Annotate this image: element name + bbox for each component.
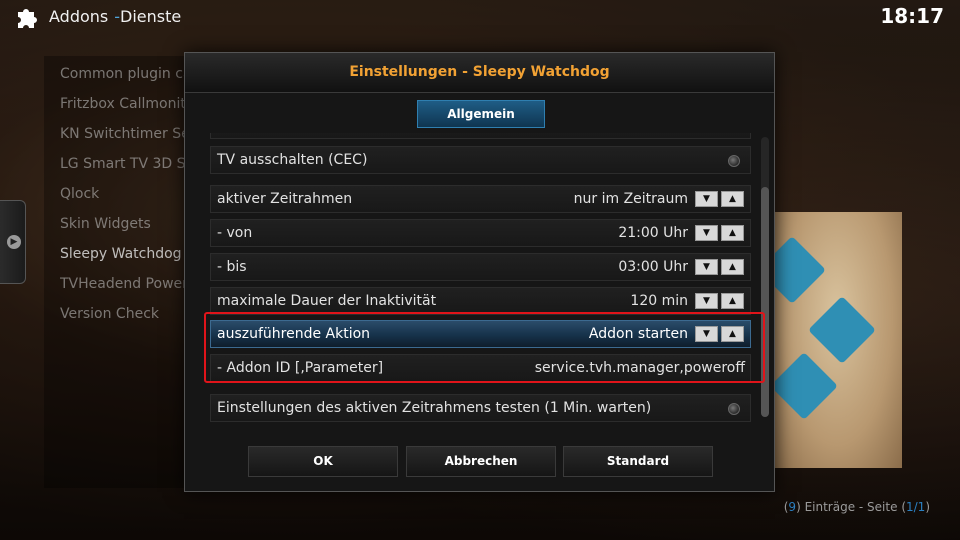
highlight-box [204, 312, 765, 383]
settings-row-zeitrahmen[interactable]: aktiver Zeitrahmen nur im Zeitraum ▼ ▲ [210, 185, 751, 213]
addon-list-item-selected[interactable]: Sleepy Watchdog [60, 242, 190, 272]
side-menu-tab[interactable]: ▶ [0, 200, 26, 284]
addon-thumbnail [772, 212, 902, 468]
setting-value: 120 min [630, 293, 688, 309]
thumbnail-tile [772, 352, 838, 420]
arrow-down-icon[interactable]: ▼ [695, 225, 718, 241]
setting-label: Einstellungen des aktiven Zeitrahmens te… [217, 400, 652, 416]
breadcrumb-app: Addons [49, 7, 109, 26]
breadcrumb: Addons -Dienste [49, 7, 181, 26]
top-bar: Addons -Dienste 18:17 [0, 0, 960, 34]
arrow-down-icon[interactable]: ▼ [695, 259, 718, 275]
addon-list-item[interactable]: TVHeadend Power [60, 272, 190, 302]
addon-list: Common plugin ca Fritzbox Callmonito KN … [60, 62, 190, 332]
settings-row-bis[interactable]: - bis 03:00 Uhr ▼ ▲ [210, 253, 751, 281]
cancel-button[interactable]: Abbrechen [406, 446, 556, 477]
count-paren: ) [796, 500, 801, 514]
toggle-off-icon[interactable] [728, 403, 740, 415]
thumbnail-tile [772, 236, 826, 304]
arrow-down-icon[interactable]: ▼ [695, 293, 718, 309]
page-number: 1/1 [906, 500, 926, 514]
setting-value: 21:00 Uhr [618, 225, 688, 241]
settings-row-von[interactable]: - von 21:00 Uhr ▼ ▲ [210, 219, 751, 247]
default-button[interactable]: Standard [563, 446, 713, 477]
arrow-up-icon[interactable]: ▲ [721, 225, 744, 241]
addon-list-item[interactable]: Skin Widgets [60, 212, 190, 242]
settings-row-hidden [210, 133, 751, 139]
arrow-up-icon[interactable]: ▲ [721, 293, 744, 309]
settings-dialog: Einstellungen - Sleepy Watchdog Allgemei… [184, 52, 775, 492]
settings-list: TV ausschalten (CEC) aktiver Zeitrahmen … [210, 133, 751, 428]
entries-label: Einträge - Seite [804, 500, 898, 514]
dialog-title: Einstellungen - Sleepy Watchdog [349, 64, 610, 80]
tab-allgemein[interactable]: Allgemein [417, 100, 545, 128]
arrow-up-icon[interactable]: ▲ [721, 191, 744, 207]
entry-count: 9 [788, 500, 797, 514]
addon-list-item[interactable]: KN Switchtimer Se [60, 122, 190, 152]
toggle-off-icon[interactable] [728, 155, 740, 167]
spinner: ▼ ▲ [695, 259, 745, 275]
setting-label: aktiver Zeitrahmen [217, 191, 353, 207]
addon-list-item[interactable]: LG Smart TV 3D Sw [60, 152, 190, 182]
addon-list-item[interactable]: Fritzbox Callmonito [60, 92, 190, 122]
ok-button[interactable]: OK [248, 446, 398, 477]
settings-row-test[interactable]: Einstellungen des aktiven Zeitrahmens te… [210, 394, 751, 422]
spinner: ▼ ▲ [695, 225, 745, 241]
setting-label: - bis [217, 259, 247, 275]
addon-list-item[interactable]: Common plugin ca [60, 62, 190, 92]
addon-list-item[interactable]: Version Check [60, 302, 190, 332]
settings-row-dauer[interactable]: maximale Dauer der Inaktivität 120 min ▼… [210, 287, 751, 315]
arrow-down-icon[interactable]: ▼ [695, 191, 718, 207]
settings-row-cec[interactable]: TV ausschalten (CEC) [210, 146, 751, 174]
page-paren: ) [925, 500, 930, 514]
chevron-right-icon: ▶ [7, 235, 21, 249]
page-info: (9) Einträge - Seite (1/1) [784, 500, 930, 514]
addon-list-item[interactable]: Qlock [60, 182, 190, 212]
thumbnail-tile [808, 296, 876, 364]
arrow-up-icon[interactable]: ▲ [721, 259, 744, 275]
setting-label: TV ausschalten (CEC) [217, 152, 368, 168]
spinner: ▼ ▲ [695, 293, 745, 309]
breadcrumb-section: Dienste [120, 7, 182, 26]
spinner: ▼ ▲ [695, 191, 745, 207]
setting-label: maximale Dauer der Inaktivität [217, 293, 437, 309]
setting-value: 03:00 Uhr [618, 259, 688, 275]
dialog-header: Einstellungen - Sleepy Watchdog [185, 53, 774, 93]
clock: 18:17 [880, 4, 944, 28]
setting-value: nur im Zeitraum [573, 191, 688, 207]
puzzle-icon [18, 9, 37, 28]
setting-label: - von [217, 225, 253, 241]
